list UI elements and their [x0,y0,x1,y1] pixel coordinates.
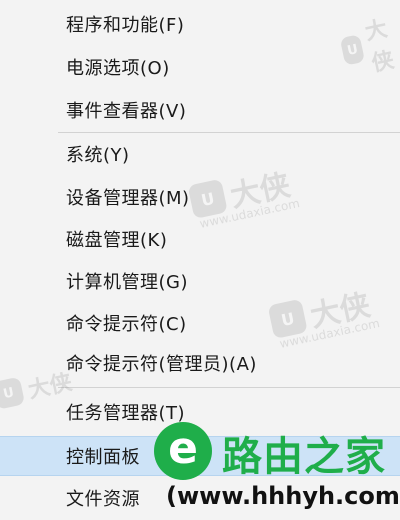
menu-item-label: 计算机管理(G) [66,272,188,293]
menu-item-label: 文件资源 [66,489,140,510]
logo-icon-glyph: e [168,423,198,474]
site-logo: e 路由之家 (www.hhhyh.com) [150,418,400,520]
menu-item-label: 电源选项(O) [66,58,170,79]
menu-item-command-prompt[interactable]: 命令提示符(C) [0,303,400,343]
menu-item-programs-features[interactable]: 程序和功能(F) [0,4,400,44]
logo-e-icon: e [154,422,212,480]
menu-item-label: 系统(Y) [66,145,130,166]
menu-item-label: 程序和功能(F) [66,15,185,36]
menu-item-disk-management[interactable]: 磁盘管理(K) [0,219,400,259]
menu-item-label: 命令提示符(C) [66,314,187,335]
logo-title: 路由之家 [222,434,386,480]
menu-item-label: 设备管理器(M) [66,188,190,209]
menu-item-power-options[interactable]: 电源选项(O) [0,47,400,87]
logo-url: (www.hhhyh.com) [166,482,400,510]
menu-item-label: 磁盘管理(K) [66,230,168,251]
menu-item-command-prompt-admin[interactable]: 命令提示符(管理员)(A) [0,343,400,383]
menu-item-event-viewer[interactable]: 事件查看器(V) [0,90,400,130]
menu-item-label: 命令提示符(管理员)(A) [66,354,257,375]
menu-item-system[interactable]: 系统(Y) [0,134,400,174]
menu-separator [58,387,400,388]
menu-item-label: 控制面板 [66,447,140,468]
menu-separator [58,132,400,133]
menu-item-device-manager[interactable]: 设备管理器(M) [0,177,400,217]
menu-item-computer-management[interactable]: 计算机管理(G) [0,261,400,301]
menu-item-label: 事件查看器(V) [66,101,187,122]
